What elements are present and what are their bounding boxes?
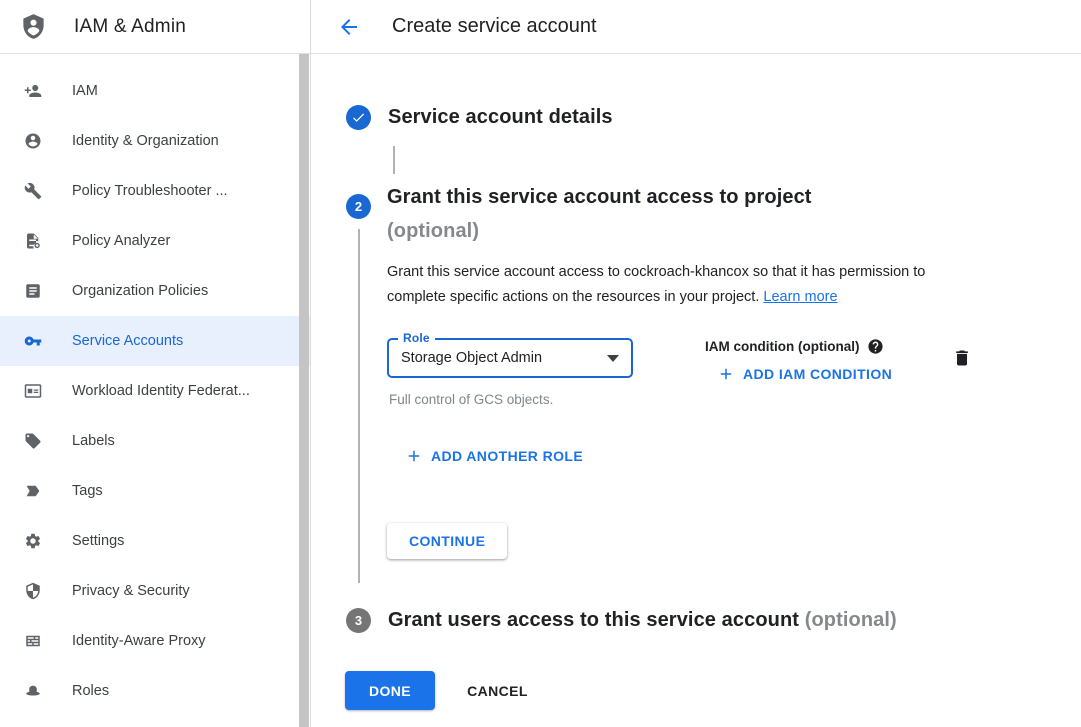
sidebar-item-privacy-security[interactable]: Privacy & Security (0, 566, 310, 616)
step2-body: Grant this service account access to pro… (387, 180, 985, 583)
sidebar-item-identity-organization[interactable]: Identity & Organization (0, 116, 310, 166)
add-iam-condition-button[interactable]: ADD IAM CONDITION (717, 365, 892, 383)
plus-icon (717, 365, 735, 383)
check-icon (351, 110, 366, 125)
sidebar-item-organization-policies[interactable]: Organization Policies (0, 266, 310, 316)
step2-section: 2 Grant this service account access to p… (346, 180, 1081, 583)
step3-optional-label: (optional) (805, 609, 897, 631)
page-title: Create service account (392, 15, 597, 38)
step2-title-text: Grant this service account access to pro… (387, 180, 985, 214)
step1-title: Service account details (388, 100, 613, 134)
firewall-icon (24, 632, 42, 650)
sidebar-scrollbar[interactable] (299, 54, 309, 727)
sidebar-item-label: Settings (72, 533, 124, 549)
sidebar-item-policy-troubleshooter[interactable]: Policy Troubleshooter ... (0, 166, 310, 216)
step2-rail: 2 (346, 180, 371, 583)
sidebar-title: IAM & Admin (74, 16, 186, 38)
plus-icon (405, 447, 423, 465)
sidebar-item-identity-aware-proxy[interactable]: Identity-Aware Proxy (0, 616, 310, 666)
learn-more-link[interactable]: Learn more (763, 289, 837, 305)
iam-condition-label: IAM condition (optional) (705, 339, 859, 354)
sidebar-item-label: Workload Identity Federat... (72, 383, 250, 399)
label-tag-icon (24, 432, 42, 450)
sidebar-item-workload-identity-federat[interactable]: Workload Identity Federat... (0, 366, 310, 416)
sidebar-item-roles[interactable]: Roles (0, 666, 310, 716)
wrench-icon (24, 182, 42, 200)
sidebar-item-label: Service Accounts (72, 333, 183, 349)
hat-icon (24, 682, 42, 700)
arrow-tag-icon (24, 482, 42, 500)
step1-check-icon (346, 105, 371, 130)
sidebar-item-label: Labels (72, 433, 115, 449)
role-selected-value: Storage Object Admin (401, 350, 542, 366)
trash-icon (952, 348, 972, 368)
step2-rail-line (358, 229, 360, 583)
role-helper-text: Full control of GCS objects. (389, 392, 633, 407)
sidebar-item-service-accounts[interactable]: Service Accounts (0, 316, 310, 366)
step2-optional-label: (optional) (387, 214, 985, 248)
help-icon (867, 338, 884, 355)
help-button[interactable] (867, 338, 884, 355)
step-connector-line (393, 146, 395, 174)
sidebar-header: IAM & Admin (0, 0, 310, 54)
add-iam-condition-label: ADD IAM CONDITION (743, 366, 892, 382)
gear-icon (24, 532, 42, 550)
doc-gear-icon (24, 232, 42, 250)
sidebar-item-label: Tags (72, 483, 103, 499)
sidebar-item-settings[interactable]: Settings (0, 516, 310, 566)
step3-title: Grant users access to this service accou… (388, 603, 897, 637)
step2-description-text: Grant this service account access to coc… (387, 264, 925, 305)
sidebar-item-label: Identity-Aware Proxy (72, 633, 206, 649)
account-circle-icon (24, 132, 42, 150)
role-select[interactable]: Role Storage Object Admin (387, 338, 633, 378)
id-card-icon (24, 382, 42, 400)
back-button[interactable] (337, 15, 361, 39)
sidebar-item-label: Privacy & Security (72, 583, 190, 599)
sidebar-item-label: IAM (72, 83, 98, 99)
add-another-role-label: ADD ANOTHER ROLE (431, 448, 583, 464)
step3-number-badge: 3 (346, 608, 371, 633)
topbar: Create service account (311, 0, 1081, 54)
sidebar-item-iam[interactable]: IAM (0, 66, 310, 116)
sidebar-item-label: Organization Policies (72, 283, 208, 299)
done-button[interactable]: DONE (345, 671, 435, 710)
iam-admin-sidebar: IAM & Admin IAM Identity & Organization Po… (0, 0, 311, 727)
half-shield-icon (24, 582, 42, 600)
iam-condition-column: IAM condition (optional) ADD IAM CONDITI… (705, 338, 892, 383)
delete-role-button[interactable] (952, 348, 972, 371)
person-add-icon (24, 82, 42, 100)
sidebar-item-tags[interactable]: Tags (0, 466, 310, 516)
iam-shield-logo-icon (20, 13, 47, 40)
sidebar-item-label: Identity & Organization (72, 133, 219, 149)
wizard-content: Service account details 2 Grant this ser… (311, 54, 1081, 727)
sidebar-item-labels[interactable]: Labels (0, 416, 310, 466)
iam-condition-header: IAM condition (optional) (705, 338, 892, 355)
role-column: Role Storage Object Admin Full control o… (387, 338, 633, 407)
sidebar-item-label: Roles (72, 683, 109, 699)
step3-header: 3 Grant users access to this service acc… (346, 603, 1081, 637)
step2-number-badge: 2 (346, 194, 371, 219)
sidebar-nav: IAM Identity & Organization Policy Trouble… (0, 54, 310, 716)
add-another-role-button[interactable]: ADD ANOTHER ROLE (405, 447, 583, 465)
role-row: Role Storage Object Admin Full control o… (387, 338, 972, 407)
sidebar-item-label: Policy Analyzer (72, 233, 170, 249)
service-account-key-icon (24, 332, 42, 350)
sidebar-item-policy-analyzer[interactable]: Policy Analyzer (0, 216, 310, 266)
step3-title-text: Grant users access to this service accou… (388, 609, 799, 631)
doc-lines-icon (24, 282, 42, 300)
form-actions: DONE CANCEL (345, 671, 1081, 710)
role-field-label: Role (398, 331, 435, 345)
app-window: IAM & Admin IAM Identity & Organization Po… (0, 0, 1081, 727)
step2-title: Grant this service account access to pro… (387, 180, 985, 248)
step2-description: Grant this service account access to coc… (387, 260, 985, 310)
create-service-account-main: Create service account Service account d… (311, 0, 1081, 727)
cancel-button[interactable]: CANCEL (467, 683, 528, 699)
step1-header: Service account details (346, 100, 1081, 134)
continue-button[interactable]: CONTINUE (387, 523, 507, 559)
chevron-down-icon (607, 355, 619, 362)
sidebar-item-label: Policy Troubleshooter ... (72, 183, 228, 199)
back-arrow-icon (337, 15, 361, 39)
